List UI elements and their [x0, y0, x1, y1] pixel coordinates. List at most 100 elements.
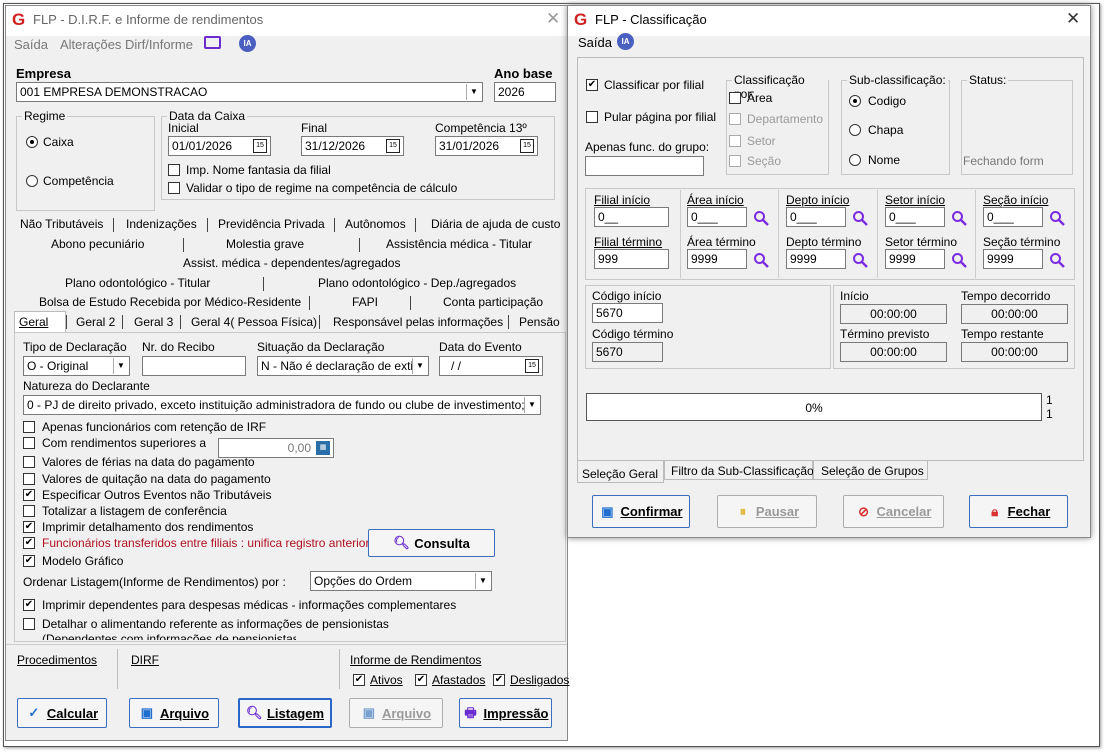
tab-diaria[interactable]: Diária de ajuda de custo: [431, 217, 560, 231]
option-checkbox[interactable]: [23, 505, 35, 517]
pausar-button[interactable]: ⏸ Pausar: [717, 495, 817, 528]
filial-termino-input[interactable]: 999: [594, 249, 669, 269]
tab-assistencia-titular[interactable]: Assistência médica - Titular: [386, 237, 532, 251]
search-icon[interactable]: [1049, 252, 1065, 268]
empresa-select[interactable]: 001 EMPRESA DEMONSTRACAO ▼: [16, 82, 483, 102]
consulta-button[interactable]: 🔍︎ Consulta: [368, 529, 495, 557]
tab-abono[interactable]: Abono pecuniário: [51, 237, 144, 251]
secao-checkbox[interactable]: [729, 155, 741, 167]
tab-conta-participacao[interactable]: Conta participação: [443, 295, 543, 309]
setor-inicio-input[interactable]: 0___: [885, 207, 945, 227]
option-checkbox[interactable]: ✔: [23, 521, 35, 533]
inicial-input[interactable]: 01/01/2026 15: [168, 136, 271, 156]
calendar-icon[interactable]: 15: [386, 139, 400, 153]
option-checkbox[interactable]: [23, 421, 35, 433]
detalhar-checkbox[interactable]: [23, 618, 35, 630]
close-icon[interactable]: ✕: [546, 9, 560, 29]
natureza-select[interactable]: 0 - PJ de direito privado, exceto instit…: [23, 395, 541, 415]
filial-inicio-input[interactable]: 0__: [594, 207, 669, 227]
search-icon[interactable]: [951, 210, 967, 226]
option-checkbox[interactable]: [23, 473, 35, 485]
desligados-checkbox[interactable]: ✔: [493, 674, 505, 686]
secao-inicio-input[interactable]: 0___: [983, 207, 1043, 227]
search-icon[interactable]: [852, 252, 868, 268]
tab-responsavel[interactable]: Responsável pelas informações: [333, 315, 503, 329]
calendar-icon[interactable]: 15: [525, 359, 539, 373]
calculator-icon[interactable]: ▦: [316, 441, 330, 455]
depto-termino-input[interactable]: 9999: [786, 249, 846, 269]
arquivo2-button[interactable]: ▣ Arquivo: [349, 698, 443, 728]
search-icon[interactable]: [1049, 210, 1065, 226]
rendimentos-input[interactable]: 0,00 ▦: [218, 438, 334, 458]
tab-geral[interactable]: Geral: [19, 315, 48, 329]
tab-geral4[interactable]: Geral 4( Pessoa Física): [191, 315, 317, 329]
ia-icon[interactable]: IA: [617, 33, 634, 50]
depto-inicio-input[interactable]: 0___: [786, 207, 846, 227]
tab-molestia[interactable]: Molestia grave: [226, 237, 304, 251]
procedimentos-link[interactable]: Procedimentos: [17, 653, 97, 667]
option-checkbox[interactable]: [23, 456, 35, 468]
ativos-checkbox[interactable]: ✔: [353, 674, 365, 686]
tab-indenizacoes[interactable]: Indenizações: [126, 217, 197, 231]
tab-fapi[interactable]: FAPI: [352, 295, 378, 309]
option-checkbox[interactable]: ✔: [23, 537, 35, 549]
tab-geral2[interactable]: Geral 2: [76, 315, 115, 329]
area-termino-input[interactable]: 9999: [687, 249, 747, 269]
secao-termino-input[interactable]: 9999: [983, 249, 1043, 269]
confirmar-button[interactable]: ▣ Confirmar: [592, 495, 690, 528]
area-inicio-input[interactable]: 0___: [687, 207, 747, 227]
validar-checkbox[interactable]: [168, 182, 180, 194]
regime-competencia-radio[interactable]: [26, 175, 38, 187]
calcular-button[interactable]: ✓ Calcular: [17, 698, 107, 728]
classificar-filial-checkbox[interactable]: ✔: [586, 79, 598, 91]
tab-selecao-grupos[interactable]: Seleção de Grupos: [821, 464, 924, 478]
nome-radio[interactable]: [849, 154, 861, 166]
tipo-declaracao-select[interactable]: O - Original ▼: [23, 356, 130, 376]
tab-nao-tributaveis[interactable]: Não Tributáveis: [20, 217, 103, 231]
codigo-termino-input[interactable]: 5670: [592, 342, 663, 362]
imp-nome-checkbox[interactable]: [168, 164, 180, 176]
menu-alteracoes[interactable]: Alterações Dirf/Informe: [60, 37, 193, 52]
regime-caixa-radio[interactable]: [26, 136, 38, 148]
ano-base-input[interactable]: 2026: [494, 82, 556, 102]
monitor-icon[interactable]: [204, 36, 221, 49]
area-checkbox[interactable]: [729, 92, 741, 104]
tab-filtro-sub[interactable]: Filtro da Sub-Classificação: [671, 464, 814, 478]
tab-previdencia[interactable]: Previdência Privada: [218, 217, 325, 231]
comp13-input[interactable]: 31/01/2026 15: [435, 136, 538, 156]
option-checkbox[interactable]: ✔: [23, 555, 35, 567]
informe-link[interactable]: Informe de Rendimentos: [350, 653, 481, 667]
calendar-icon[interactable]: 15: [253, 139, 267, 153]
menu-saida[interactable]: Saída: [14, 37, 48, 52]
calendar-icon[interactable]: 15: [520, 139, 534, 153]
search-icon[interactable]: [951, 252, 967, 268]
search-icon[interactable]: [852, 210, 868, 226]
dirf-link[interactable]: DIRF: [131, 653, 159, 667]
tab-assist-dependentes[interactable]: Assist. médica - dependentes/agregados: [183, 256, 400, 270]
tab-selecao-geral[interactable]: Seleção Geral: [582, 467, 658, 481]
final-input[interactable]: 31/12/2026 15: [301, 136, 404, 156]
tab-pensao[interactable]: Pensão: [519, 315, 560, 329]
option-checkbox[interactable]: ✔: [23, 489, 35, 501]
pular-pagina-checkbox[interactable]: [586, 111, 598, 123]
nr-recibo-input[interactable]: [142, 356, 246, 376]
afastados-checkbox[interactable]: ✔: [415, 674, 427, 686]
menu-saida[interactable]: Saída: [578, 35, 612, 50]
listagem-button[interactable]: 🔍︎ Listagem: [238, 698, 332, 728]
search-icon[interactable]: [753, 210, 769, 226]
impressao-button[interactable]: 🖶 Impressão: [459, 698, 552, 728]
imprimir-dep-checkbox[interactable]: ✔: [23, 599, 35, 611]
setor-checkbox[interactable]: [729, 135, 741, 147]
cancelar-button[interactable]: ⊘ Cancelar: [843, 495, 944, 528]
codigo-inicio-input[interactable]: 5670: [592, 303, 663, 323]
data-evento-input[interactable]: / / 15: [439, 356, 543, 376]
tab-geral3[interactable]: Geral 3: [134, 315, 173, 329]
ordenar-select[interactable]: Opções do Ordem ▼: [310, 571, 492, 591]
ia-icon[interactable]: IA: [239, 35, 256, 52]
fechar-button[interactable]: 🔒︎ Fechar: [969, 495, 1068, 528]
codigo-radio[interactable]: [849, 95, 861, 107]
search-icon[interactable]: [753, 252, 769, 268]
option-checkbox[interactable]: [23, 437, 35, 449]
tab-autonomos[interactable]: Autônomos: [345, 217, 406, 231]
chapa-radio[interactable]: [849, 124, 861, 136]
